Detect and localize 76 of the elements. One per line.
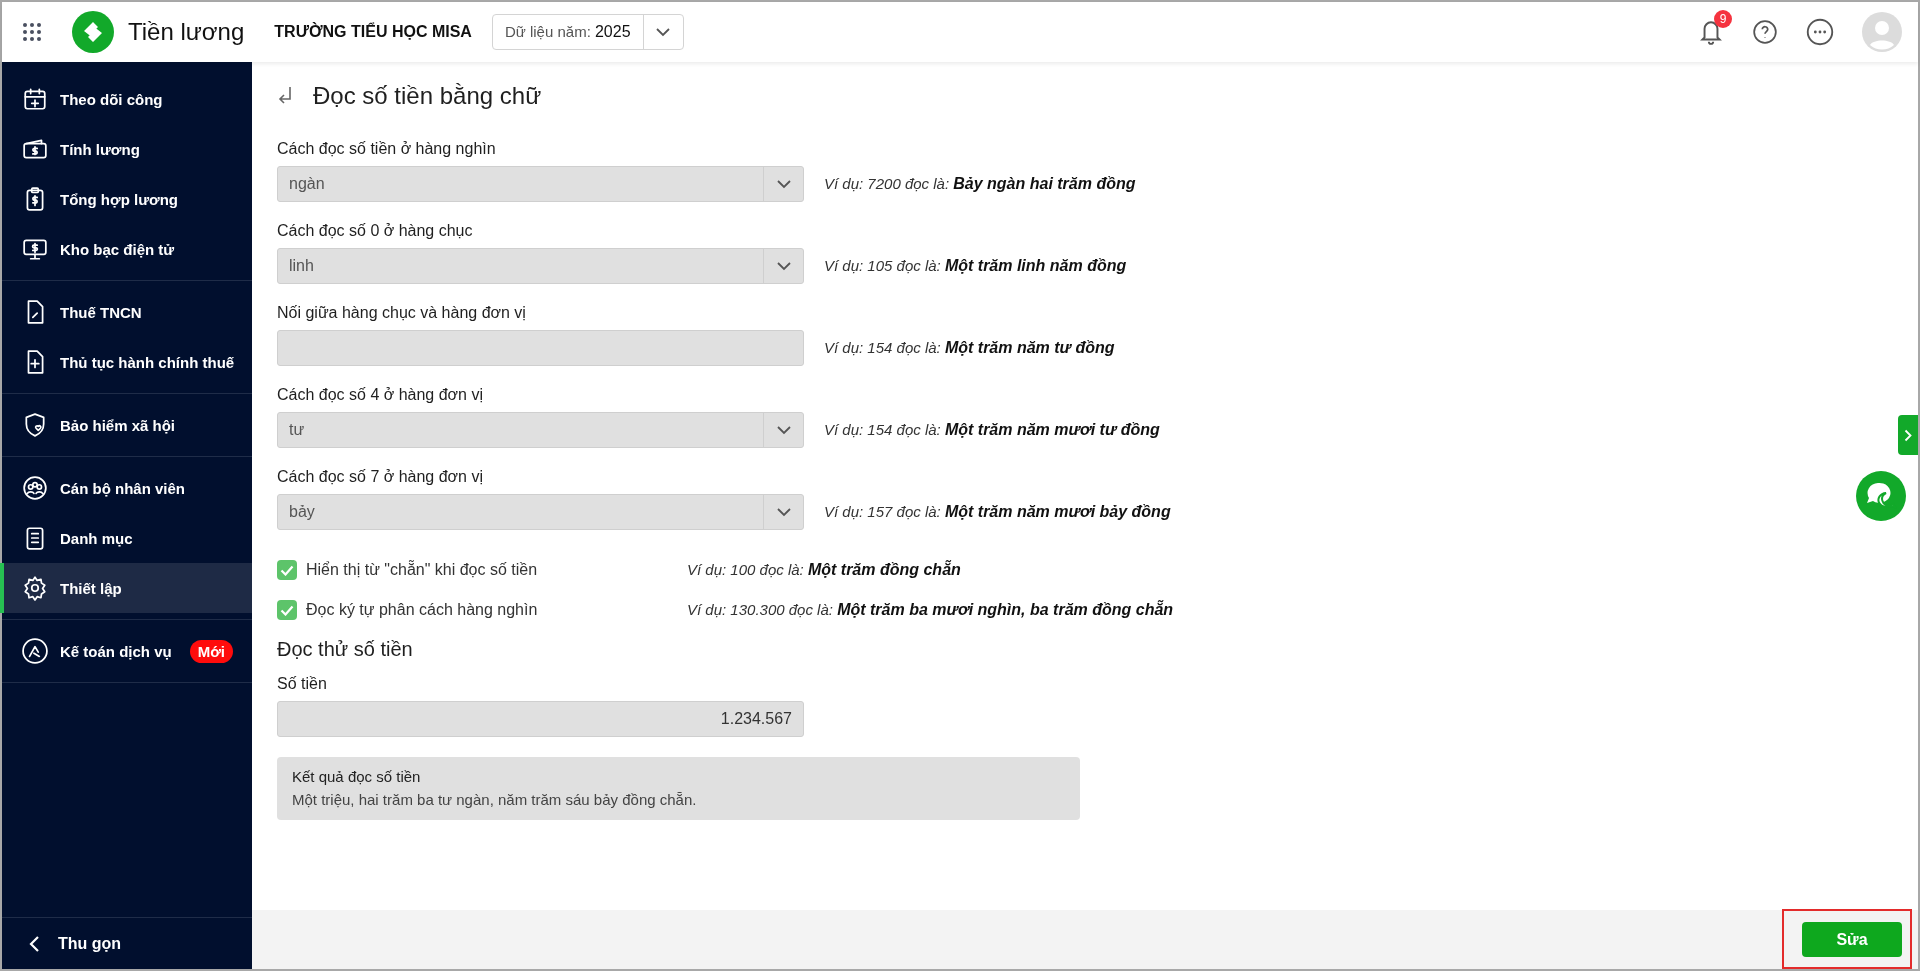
- sidebar-item[interactable]: Danh mục: [0, 513, 252, 563]
- field-label: Cách đọc số 4 ở hàng đơn vị: [277, 386, 484, 404]
- sidebar-item-label: Thủ tục hành chính thuế: [60, 353, 235, 371]
- field-label: Số tiền: [277, 675, 328, 693]
- calendar-icon: [22, 86, 48, 112]
- example-text: Ví dụ: 154 đọc là: Một trăm năm mươi tư đồng: [824, 421, 1160, 439]
- new-badge: Mới: [189, 639, 233, 663]
- sidebar-item-label: Kho bạc điện tử: [60, 240, 175, 258]
- example-text: Ví dụ: 7200 đọc là: Bảy ngàn hai trăm đồng: [824, 175, 1136, 193]
- year-selector[interactable]: Dữ liệu năm: 2025: [491, 14, 684, 50]
- field-label: Cách đọc số 0 ở hàng chục: [277, 222, 474, 240]
- people-icon: [22, 475, 48, 501]
- field-label: Cách đọc số 7 ở hàng đơn vị: [277, 468, 484, 486]
- dropdown-field[interactable]: ngàn: [277, 166, 804, 202]
- checkbox-option[interactable]: Đọc ký tự phân cách hàng nghìn: [277, 600, 687, 620]
- chevron-down-icon: [776, 261, 791, 271]
- sidebar-item-label: Thuế TNCN: [60, 303, 142, 321]
- example-text: Ví dụ: 154 đọc là: Một trăm năm tư đồng: [824, 339, 1115, 357]
- organization-name: TRƯỜNG TIỂU HỌC MISA: [274, 23, 472, 41]
- example-text: Ví dụ: 100 đọc là: Một trăm đồng chẵn: [687, 561, 961, 579]
- sidebar-item[interactable]: Thủ tục hành chính thuế: [0, 337, 252, 387]
- amount-field[interactable]: 1.234.567: [277, 701, 804, 737]
- app-name: Tiền lương: [128, 18, 245, 46]
- sidebar-item[interactable]: Thuế TNCN: [0, 287, 252, 337]
- sidebar-item[interactable]: Bảo hiểm xã hội: [0, 400, 252, 450]
- chevron-down-icon: [656, 27, 671, 37]
- sidebar-item-label: Tổng hợp lương: [60, 190, 178, 208]
- sidebar-item-label: Danh mục: [60, 529, 133, 547]
- field-label: Cách đọc số tiền ở hàng nghìn: [277, 140, 497, 158]
- sidebar-item[interactable]: Kho bạc điện tử: [0, 224, 252, 274]
- dropdown-field[interactable]: linh: [277, 248, 804, 284]
- app-grid-icon[interactable]: [22, 22, 42, 42]
- example-text: Ví dụ: 157 đọc là: Một trăm năm mươi bảy đồng: [824, 503, 1171, 521]
- sidebar-item-label: Theo dõi công: [60, 90, 163, 108]
- chevron-left-icon: [28, 934, 40, 953]
- section-title: Đọc thử số tiền: [277, 638, 414, 661]
- expand-panel-tab[interactable]: [1898, 415, 1918, 455]
- option-label: Hiển thị từ "chẵn" khi đọc số tiền: [306, 561, 538, 579]
- help-icon[interactable]: [1752, 19, 1778, 45]
- sidebar-item[interactable]: Theo dõi công: [0, 74, 252, 124]
- monitor-icon: [22, 236, 48, 262]
- logo-icon: [72, 11, 114, 53]
- checkbox-option[interactable]: Hiển thị từ "chẵn" khi đọc số tiền: [277, 560, 687, 580]
- sidebar-item-label: Bảo hiểm xã hội: [60, 416, 176, 434]
- dropdown-field[interactable]: tư: [277, 412, 804, 448]
- field-label: Nối giữa hàng chục và hàng đơn vị: [277, 304, 527, 322]
- sidebar-item-label: Tính lương: [60, 140, 140, 158]
- result-text: Một triệu, hai trăm ba tư ngàn, năm trăm sáu bảy đồng chẵn.: [292, 791, 698, 808]
- sidebar-item[interactable]: Tính lương: [0, 124, 252, 174]
- sidebar-item-label: Cán bộ nhân viên: [60, 479, 185, 497]
- chevron-down-icon: [776, 179, 791, 189]
- text-field[interactable]: [277, 330, 804, 366]
- sidebar-item[interactable]: Cán bộ nhân viên: [0, 463, 252, 513]
- sidebar-item[interactable]: Tổng hợp lương: [0, 174, 252, 224]
- dropdown-field[interactable]: bảy: [277, 494, 804, 530]
- shield-heart-icon: [22, 412, 48, 438]
- service-logo-icon: [22, 638, 48, 664]
- checkbox[interactable]: [277, 600, 297, 620]
- chevron-down-icon: [776, 507, 791, 517]
- page-title: Đọc số tiền bằng chữ: [313, 82, 542, 110]
- result-title: Kết quả đọc số tiền: [292, 768, 422, 785]
- sidebar-item-label: Thiết lập: [60, 579, 122, 597]
- more-options-icon[interactable]: [1806, 18, 1834, 46]
- example-text: Ví dụ: 130.300 đọc là: Một trăm ba mươi nghìn, ba trăm đồng chẵn: [687, 601, 1174, 619]
- sidebar-item[interactable]: Kế toán dịch vụ Mới: [0, 626, 252, 676]
- option-label: Đọc ký tự phân cách hàng nghìn: [306, 601, 538, 619]
- chevron-right-icon: [1904, 428, 1912, 442]
- settings-icon: [22, 575, 48, 601]
- checkbox[interactable]: [277, 560, 297, 580]
- notification-count: 9: [1714, 10, 1732, 28]
- collapse-label: Thu gọn: [58, 934, 122, 953]
- example-text: Ví dụ: 105 đọc là: Một trăm linh năm đồng: [824, 257, 1127, 275]
- sidebar-item-label: Kế toán dịch vụ: [60, 642, 172, 660]
- sidebar-item[interactable]: Thiết lập: [0, 563, 252, 613]
- money-card-icon: [22, 136, 48, 162]
- chevron-down-icon: [776, 425, 791, 435]
